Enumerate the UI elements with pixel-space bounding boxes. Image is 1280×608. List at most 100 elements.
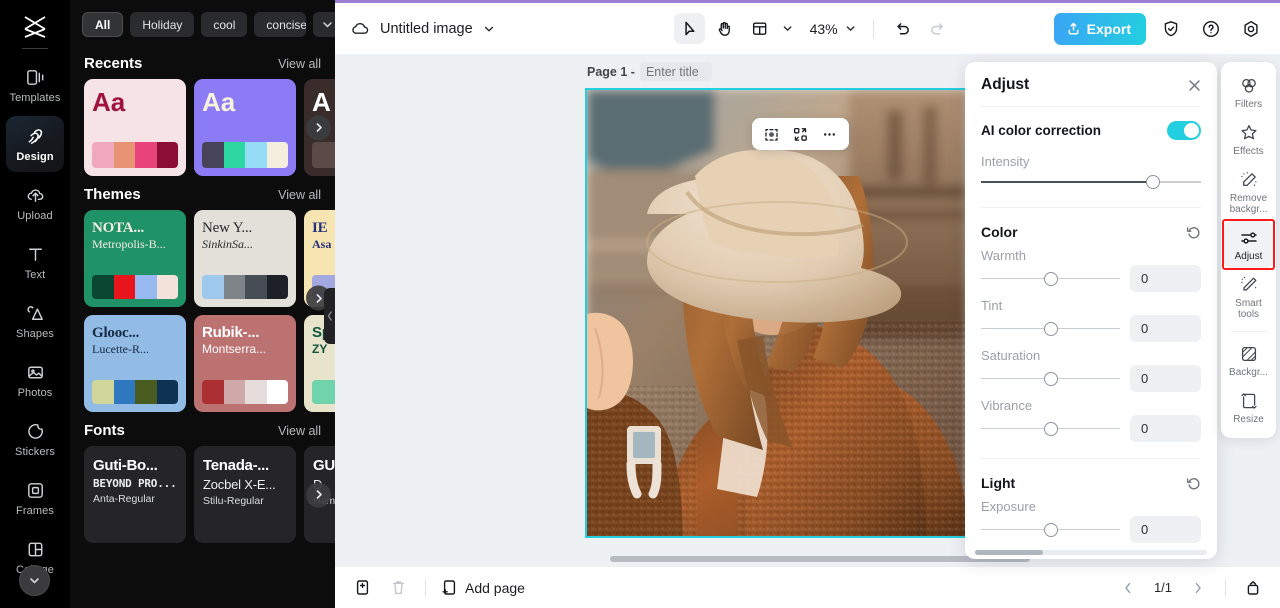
sidebar-item-frames[interactable]: Frames	[6, 470, 64, 526]
adjust-scrollbar-thumb[interactable]	[975, 550, 1043, 555]
export-button[interactable]: Export	[1053, 12, 1146, 45]
ai-color-correction-toggle[interactable]	[1167, 121, 1201, 140]
vibrance-slider[interactable]	[981, 418, 1120, 440]
layout-chevron-button[interactable]	[779, 13, 797, 44]
ai-color-correction-row: AI color correction	[981, 107, 1201, 148]
theme-card[interactable]: NOTA... Metropolis-B...	[84, 210, 186, 307]
zoom-level-value[interactable]: 43%	[810, 21, 838, 37]
sidebar-item-templates[interactable]: Templates	[6, 57, 64, 113]
duplicate-page-button[interactable]	[349, 575, 375, 601]
expand-panel-button[interactable]	[1240, 575, 1266, 601]
undo-button[interactable]	[887, 13, 918, 44]
recent-card[interactable]: Aa	[84, 79, 186, 176]
hand-tool-button[interactable]	[709, 13, 740, 44]
recents-next-arrow[interactable]	[306, 115, 331, 140]
view-all-fonts[interactable]: View all	[278, 424, 321, 438]
help-button[interactable]	[1195, 13, 1226, 44]
color-swatches	[202, 142, 288, 168]
exposure-slider[interactable]	[981, 519, 1120, 541]
sidebar-item-design[interactable]: Design	[6, 116, 64, 172]
artboard-selected-image[interactable]	[585, 88, 970, 538]
theme-card[interactable]: New Y... SinkinSa...	[194, 210, 296, 307]
slider-thumb[interactable]	[1043, 321, 1058, 336]
slider-thumb[interactable]	[1145, 175, 1160, 189]
saturation-control: Saturation 0	[981, 342, 1201, 392]
crop-button[interactable]	[758, 121, 785, 147]
saturation-value[interactable]: 0	[1130, 365, 1201, 392]
font-card[interactable]: Guti-Bo... BEYOND PRO... Anta-Regular	[84, 446, 186, 543]
duplicate-page-icon	[356, 580, 368, 595]
slider-thumb[interactable]	[1043, 371, 1058, 386]
theme-card[interactable]: Glooc... Lucette-R...	[84, 315, 186, 412]
font-card[interactable]: Tenada-... Zocbel X-E... Stilu-Regular	[194, 446, 296, 543]
tint-value[interactable]: 0	[1130, 315, 1201, 342]
warmth-value[interactable]: 0	[1130, 265, 1201, 292]
sidebar-item-upload[interactable]: Upload	[6, 175, 64, 231]
chip-cool[interactable]: cool	[201, 12, 248, 37]
add-page-button[interactable]: Add page	[440, 578, 525, 597]
chevron-right-icon	[316, 490, 322, 499]
slider-thumb[interactable]	[1043, 522, 1058, 537]
theme-card[interactable]: Rubik-... Montserra...	[194, 315, 296, 412]
fonts-next-arrow[interactable]	[306, 482, 331, 507]
tool-effects[interactable]: Effects	[1224, 116, 1273, 163]
recent-card[interactable]: Aa	[194, 79, 296, 176]
zoom-chevron-button[interactable]	[842, 13, 860, 44]
chip-more-button[interactable]	[313, 12, 335, 37]
color-reset-button[interactable]	[1186, 225, 1201, 240]
chip-holiday[interactable]: Holiday	[130, 12, 195, 37]
rail-collapse-button[interactable]	[19, 565, 50, 596]
delete-page-button[interactable]	[385, 575, 411, 601]
warmth-slider[interactable]	[981, 268, 1120, 290]
sidebar-label: Templates	[9, 91, 61, 104]
section-title: Themes	[84, 186, 141, 203]
shield-check-button[interactable]	[1155, 13, 1186, 44]
replace-image-button[interactable]	[787, 121, 814, 147]
exposure-value[interactable]: 0	[1130, 516, 1201, 543]
color-swatches	[92, 142, 178, 168]
slider-thumb[interactable]	[1043, 271, 1058, 286]
chevron-down-icon	[846, 26, 855, 31]
tool-remove-background[interactable]: Remove backgr...	[1224, 163, 1273, 221]
panel-collapse-handle[interactable]	[324, 288, 335, 344]
capcut-logo-icon[interactable]	[18, 12, 52, 42]
sidebar-item-text[interactable]: Text	[6, 234, 64, 290]
add-page-label: Add page	[465, 579, 525, 596]
saturation-slider[interactable]	[981, 368, 1120, 390]
tool-adjust[interactable]: Adjust	[1222, 219, 1275, 270]
select-tool-button[interactable]	[673, 13, 705, 44]
redo-button[interactable]	[922, 13, 953, 44]
tool-resize[interactable]: Resize	[1224, 384, 1273, 431]
document-title-chevron-down-icon[interactable]	[482, 22, 496, 36]
intensity-slider[interactable]	[981, 171, 1201, 193]
prev-page-button[interactable]	[1115, 575, 1141, 601]
cloud-saved-icon[interactable]	[349, 18, 371, 40]
sidebar-item-stickers[interactable]: Stickers	[6, 411, 64, 467]
templates-icon	[24, 67, 46, 89]
next-page-button[interactable]	[1185, 575, 1211, 601]
page-title-input[interactable]	[639, 62, 712, 81]
sidebar-item-photos[interactable]: Photos	[6, 352, 64, 408]
vibrance-value[interactable]: 0	[1130, 415, 1201, 442]
canvas-horizontal-scrollbar[interactable]	[610, 556, 1030, 562]
chip-concise[interactable]: concise	[254, 12, 307, 37]
more-options-button[interactable]	[816, 121, 843, 147]
chip-all[interactable]: All	[82, 12, 124, 37]
tool-smart-tools[interactable]: Smart tools	[1224, 268, 1273, 326]
sidebar-item-shapes[interactable]: Shapes	[6, 293, 64, 349]
slider-thumb[interactable]	[1043, 421, 1058, 436]
bottom-bar: Add page 1/1	[335, 566, 1280, 608]
layout-tool-button[interactable]	[744, 13, 775, 44]
undo-arrow-icon	[896, 23, 909, 35]
document-title[interactable]: Untitled image	[380, 21, 473, 37]
tint-slider[interactable]	[981, 318, 1120, 340]
close-button[interactable]	[1186, 77, 1203, 94]
tool-filters[interactable]: Filters	[1224, 69, 1273, 116]
color-section-header: Color	[981, 208, 1201, 242]
settings-button[interactable]	[1235, 13, 1266, 44]
tool-background[interactable]: Backgr...	[1224, 337, 1273, 384]
light-reset-button[interactable]	[1186, 476, 1201, 491]
warmth-label: Warmth	[981, 248, 1027, 263]
view-all-recents[interactable]: View all	[278, 57, 321, 71]
view-all-themes[interactable]: View all	[278, 188, 321, 202]
